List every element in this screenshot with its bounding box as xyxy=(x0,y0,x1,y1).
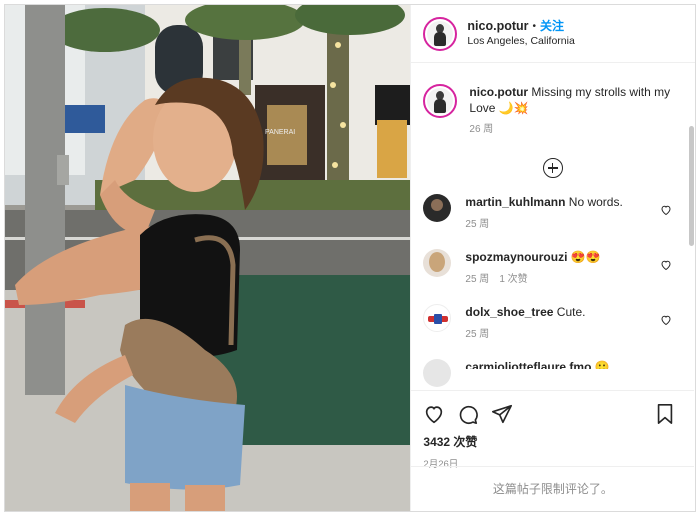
comment-item: martin_kuhlmann No words. 25 周 xyxy=(411,194,694,233)
caption-username[interactable]: nico.potur xyxy=(469,85,528,99)
commenter-avatar[interactable] xyxy=(423,359,452,387)
comment-username[interactable]: carmjoliotteflaure fmo xyxy=(465,360,591,369)
comment-username[interactable]: martin_kuhlmann xyxy=(465,195,565,209)
author-username[interactable]: nico.potur xyxy=(467,19,528,34)
post-side-panel: nico.potur • 关注 Los Angeles, California … xyxy=(410,5,695,511)
comment-icon[interactable] xyxy=(457,403,479,425)
share-icon[interactable] xyxy=(491,403,513,425)
comments-scrollbar[interactable] xyxy=(689,126,695,246)
commenter-avatar[interactable] xyxy=(423,304,452,332)
commenter-avatar[interactable] xyxy=(423,194,452,222)
comment-text: 🙂 xyxy=(594,360,610,369)
likes-count[interactable]: 3432 次赞 xyxy=(423,433,682,450)
comment-text: Cute. xyxy=(556,305,586,319)
comment-item: dolx_shoe_tree Cute. 25 周 xyxy=(411,304,694,343)
comment-text: No words. xyxy=(568,195,623,209)
commenter-avatar[interactable] xyxy=(423,249,452,277)
heart-icon[interactable] xyxy=(660,259,672,271)
add-circle-icon[interactable] xyxy=(542,158,563,178)
comment-time[interactable]: 25 周 xyxy=(465,327,489,343)
comments-restricted-notice: 这篇帖子限制评论了。 xyxy=(411,466,695,510)
comments-scroll-area[interactable]: nico.potur Missing my strolls with my Lo… xyxy=(411,64,695,389)
caption-time[interactable]: 26 周 xyxy=(469,122,674,138)
post-actions: 3432 次赞 2月26日 xyxy=(411,390,695,470)
comment-text: 😍😍 xyxy=(570,250,601,264)
bookmark-icon[interactable] xyxy=(654,403,676,425)
load-more-comments[interactable] xyxy=(411,158,694,178)
store-sign-text: PANERAI xyxy=(265,129,295,136)
heart-icon[interactable] xyxy=(423,403,445,425)
post-modal: PANERAI nico.potur • 关注 Los Angeles, Cal… xyxy=(4,4,696,512)
comment-username[interactable]: dolx_shoe_tree xyxy=(465,305,553,319)
heart-icon[interactable] xyxy=(660,314,672,326)
header-separator: • xyxy=(532,20,537,32)
caption-avatar[interactable] xyxy=(423,84,458,118)
post-caption: nico.potur Missing my strolls with my Lo… xyxy=(411,64,694,138)
comment-time[interactable]: 25 周 xyxy=(465,272,489,288)
post-header: nico.potur • 关注 Los Angeles, California xyxy=(411,5,695,63)
author-avatar[interactable] xyxy=(423,16,458,51)
comment-likes[interactable]: 1 次赞 xyxy=(499,272,527,288)
follow-button[interactable]: 关注 xyxy=(540,19,564,34)
comment-item-partial: carmjoliotteflaure fmo 🙂 xyxy=(411,359,694,387)
heart-icon[interactable] xyxy=(660,204,672,216)
street-photo-illustration: PANERAI xyxy=(5,5,411,511)
comment-time[interactable]: 25 周 xyxy=(465,217,489,233)
post-photo[interactable]: PANERAI xyxy=(5,5,411,511)
comment-item: spozmaynourouzi 😍😍 25 周 1 次赞 xyxy=(411,249,694,288)
post-location[interactable]: Los Angeles, California xyxy=(467,34,574,49)
comment-username[interactable]: spozmaynourouzi xyxy=(465,250,567,264)
